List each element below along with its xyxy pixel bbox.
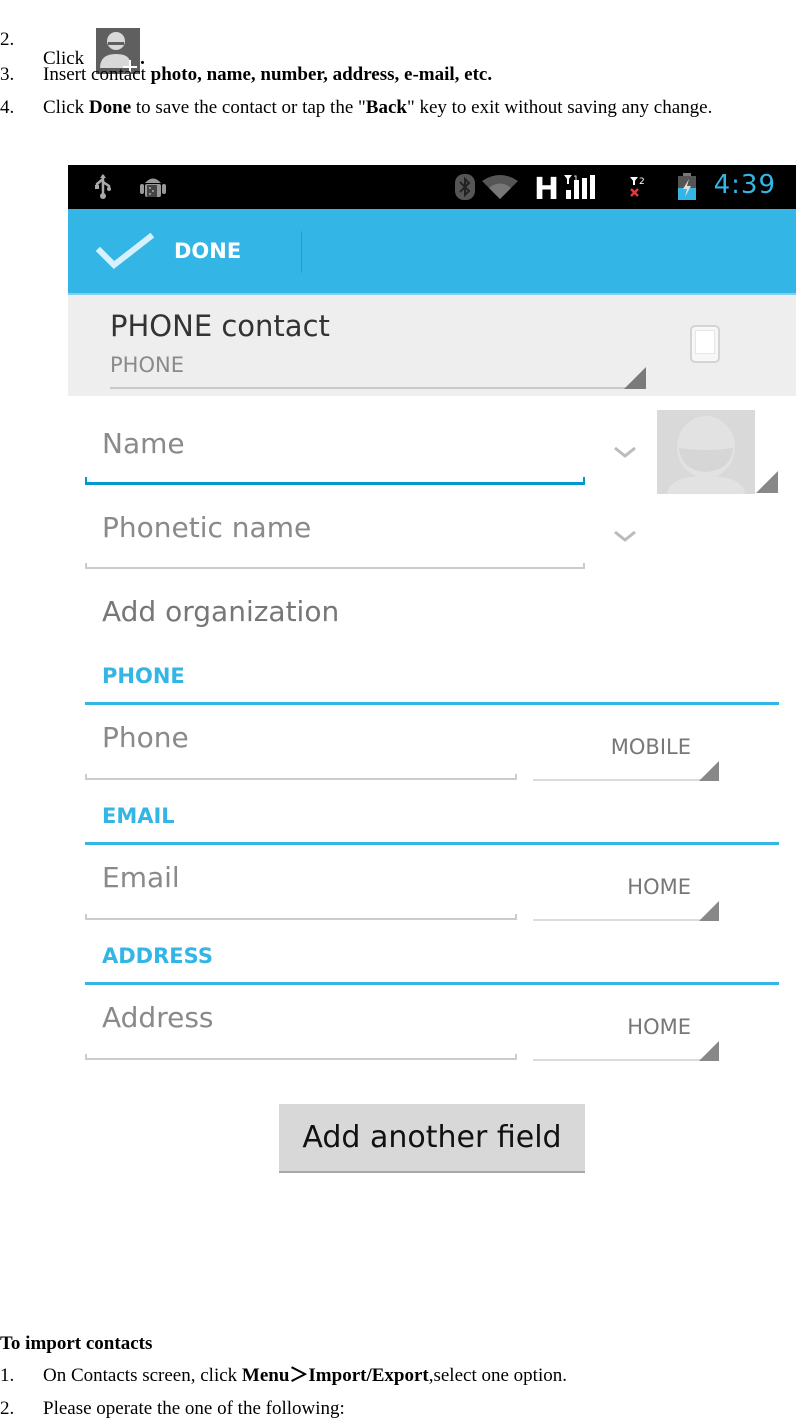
add-organization-link[interactable]: Add organization [102, 595, 339, 628]
contact-photo[interactable] [657, 410, 755, 494]
battery-charging-icon [676, 165, 698, 209]
usb-icon [92, 165, 114, 209]
email-type-spinner[interactable]: HOME [533, 871, 719, 921]
step-number: 4. [0, 97, 15, 118]
wifi-icon [480, 165, 520, 209]
address-input[interactable]: Address [102, 1001, 214, 1034]
phone-type-spinner[interactable]: MOBILE [533, 731, 719, 781]
email-input[interactable]: Email [102, 861, 180, 894]
address-type-spinner[interactable]: HOME [533, 1011, 719, 1061]
account-selector[interactable]: PHONE contact PHONE [68, 293, 796, 396]
spinner-corner-icon [699, 1041, 719, 1061]
spinner-corner-icon [699, 901, 719, 921]
sim2-no-signal-icon: 2 [628, 165, 650, 209]
spinner-underline [533, 919, 719, 921]
account-underline [110, 387, 646, 389]
email-input-underline [85, 914, 517, 920]
step-text-bold: Done [88, 97, 132, 118]
default-avatar-icon [667, 416, 745, 494]
phonetic-name-input[interactable]: Phonetic name [102, 511, 311, 544]
account-type: PHONE [110, 353, 184, 377]
hspa-signal-icon: H1 [534, 165, 614, 209]
step-text: Please operate the one of the following: [43, 1398, 345, 1419]
account-name: PHONE contact [110, 309, 330, 343]
phone-device-icon [690, 325, 720, 363]
phone-input-underline [85, 774, 517, 780]
phone-section-header: PHONE [102, 664, 185, 688]
spinner-underline [533, 1059, 719, 1061]
expand-phonetic-chevron-icon[interactable] [613, 530, 637, 544]
status-time: 4:39 [713, 170, 776, 200]
svg-text:H: H [534, 172, 559, 202]
name-input-underline [85, 477, 585, 485]
add-another-field-button[interactable]: Add another field [279, 1104, 585, 1173]
spinner-corner-icon [624, 367, 646, 389]
bluetooth-icon [454, 165, 476, 209]
email-section-header: EMAIL [102, 804, 175, 828]
step-number: 3. [0, 64, 15, 85]
phonetic-name-underline [85, 563, 585, 569]
expand-name-chevron-icon[interactable] [613, 446, 637, 460]
address-section-header: ADDRESS [102, 944, 213, 968]
step-text: Click [43, 97, 89, 118]
step-text: Insert contact [43, 64, 151, 85]
step-text: to save the contact or tap the " [131, 97, 366, 118]
address-section-line [85, 982, 779, 985]
step-text: On Contacts screen, click [43, 1365, 242, 1386]
address-input-underline [85, 1054, 517, 1060]
done-button[interactable]: DONE [68, 209, 302, 293]
action-bar: DONE [68, 209, 796, 293]
step-text-bold: photo, name, number, address, e-mail, et… [150, 64, 493, 85]
import-contacts-heading: To import contacts [0, 1333, 153, 1354]
step-number: 2. [0, 29, 15, 50]
phone-section-line [85, 702, 779, 705]
status-bar: H1 2 4:39 [68, 165, 796, 209]
step-text-bold: Menu＞Import/Export [241, 1365, 429, 1386]
step-text-bold: Back [365, 97, 407, 118]
checkmark-icon [96, 232, 155, 269]
step-text: " key to exit without saving any change. [406, 97, 713, 118]
phone-screenshot: H1 2 4:39 DONE PHONE contact PHONE Name [68, 165, 796, 1195]
phone-type-value: MOBILE [610, 735, 691, 759]
name-input[interactable]: Name [102, 427, 185, 460]
email-type-value: HOME [627, 875, 691, 899]
action-bar-divider [301, 231, 302, 273]
android-debug-icon [138, 165, 168, 209]
step-number: 2. [0, 1398, 15, 1419]
address-type-value: HOME [627, 1015, 691, 1039]
spinner-corner-icon [699, 761, 719, 781]
phone-input[interactable]: Phone [102, 721, 189, 754]
step-number: 1. [0, 1365, 15, 1386]
photo-corner-icon [756, 471, 778, 493]
spinner-underline [533, 779, 719, 781]
svg-text:2: 2 [639, 177, 645, 187]
step-text: ,select one option. [428, 1365, 567, 1386]
email-section-line [85, 842, 779, 845]
svg-text:1: 1 [573, 175, 579, 185]
done-label: DONE [174, 239, 242, 263]
